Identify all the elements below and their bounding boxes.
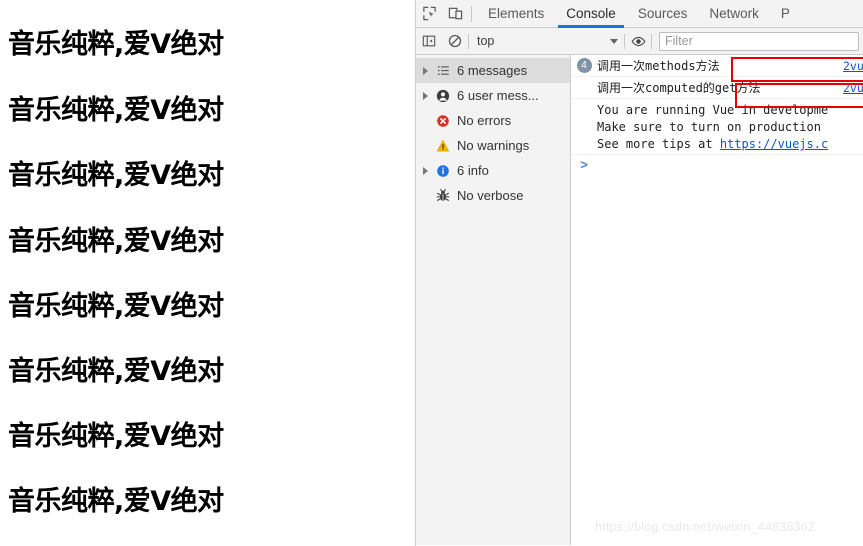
live-expression-eye-icon[interactable] <box>625 28 651 54</box>
warning-icon <box>432 139 454 153</box>
page-text-line: 音乐纯粹,爱V绝对 <box>8 29 224 60</box>
info-line-1: You are running Vue in developme <box>597 103 829 117</box>
tab-network[interactable]: Network <box>698 0 770 28</box>
tab-performance[interactable]: P <box>770 0 801 28</box>
message-count-badge-slot <box>571 78 597 80</box>
console-prompt-row[interactable]: > <box>571 155 863 177</box>
console-message-source-link[interactable]: 2vu <box>837 56 863 75</box>
expand-arrow-icon[interactable] <box>418 166 432 175</box>
user-icon <box>432 89 454 103</box>
devtools-panel: Elements Console Sources Network P top F… <box>415 0 863 546</box>
page-text-line: 音乐纯粹,爱V绝对 <box>8 160 224 191</box>
clear-console-icon[interactable] <box>442 28 468 54</box>
sidebar-item-label: No warnings <box>457 138 530 153</box>
message-count-badge-slot <box>571 100 597 102</box>
sidebar-item-all-messages[interactable]: 6 messages <box>416 58 570 83</box>
vuejs-docs-link[interactable]: https://vuejs.c <box>720 137 828 151</box>
console-message-row[interactable]: 调用一次computed的get方法 2vu <box>571 77 863 99</box>
message-count-badge: 4 <box>576 58 592 73</box>
info-icon <box>432 164 454 178</box>
inspect-element-icon[interactable] <box>416 1 442 27</box>
sidebar-item-label: No verbose <box>457 188 524 203</box>
sidebar-item-verbose[interactable]: No verbose <box>416 183 570 208</box>
console-message-source-link[interactable]: 2vu <box>837 78 863 97</box>
console-filter-toolbar: top <box>416 28 863 55</box>
page-text-line: 音乐纯粹,爱V绝对 <box>8 291 224 322</box>
console-sidebar-toggle-icon[interactable] <box>416 28 442 54</box>
info-line-3-prefix: See more tips at <box>597 137 720 151</box>
sidebar-item-warnings[interactable]: No warnings <box>416 133 570 158</box>
execution-context-value: top <box>477 34 495 48</box>
tab-sources[interactable]: Sources <box>627 0 699 28</box>
console-message-sidebar: 6 messages 6 user mess... No errors No w… <box>416 55 571 545</box>
verbose-bug-icon <box>432 188 454 203</box>
watermark: https://blog.csdn.net/weixin_44836362 <box>595 520 816 534</box>
toolbar-divider <box>468 33 469 49</box>
prompt-caret-icon: > <box>580 157 588 172</box>
info-line-2: Make sure to turn on production <box>597 120 821 134</box>
expand-arrow-icon[interactable] <box>418 91 432 100</box>
console-body: 6 messages 6 user mess... No errors No w… <box>416 55 863 545</box>
sidebar-item-errors[interactable]: No errors <box>416 108 570 133</box>
page-text-line: 音乐纯粹,爱V绝对 <box>8 421 224 452</box>
rendered-webpage-pane: 音乐纯粹,爱V绝对 音乐纯粹,爱V绝对 音乐纯粹,爱V绝对 音乐纯粹,爱V绝对 … <box>0 0 415 546</box>
sidebar-item-label: 6 messages <box>457 63 528 78</box>
console-message-row[interactable]: 4 调用一次methods方法 2vu <box>571 55 863 77</box>
console-message-text: 调用一次methods方法 <box>597 59 720 73</box>
sidebar-item-user-messages[interactable]: 6 user mess... <box>416 83 570 108</box>
console-message-list[interactable]: 4 调用一次methods方法 2vu 调用一次computed的get方法 2… <box>571 55 863 545</box>
sidebar-item-label: No errors <box>457 113 512 128</box>
page-text-line: 音乐纯粹,爱V绝对 <box>8 95 224 126</box>
sidebar-item-info[interactable]: 6 info <box>416 158 570 183</box>
sidebar-item-label: 6 info <box>457 163 489 178</box>
toolbar-divider <box>651 33 652 49</box>
filter-input[interactable] <box>659 31 859 51</box>
console-message-text: 调用一次computed的get方法 <box>597 81 761 95</box>
console-info-message-row[interactable]: You are running Vue in developme Make su… <box>571 99 863 155</box>
screenshot-root: 音乐纯粹,爱V绝对 音乐纯粹,爱V绝对 音乐纯粹,爱V绝对 音乐纯粹,爱V绝对 … <box>0 0 863 546</box>
expand-arrow-icon[interactable] <box>418 66 432 75</box>
console-info-message-text: You are running Vue in developme Make su… <box>597 100 863 153</box>
toolbar-divider <box>471 5 472 22</box>
error-icon <box>432 114 454 128</box>
tab-console[interactable]: Console <box>555 0 627 28</box>
message-count-badge-slot: 4 <box>571 56 597 73</box>
page-text-line: 音乐纯粹,爱V绝对 <box>8 356 224 387</box>
list-icon <box>432 64 454 77</box>
execution-context-select[interactable]: top <box>472 31 624 51</box>
sidebar-item-label: 6 user mess... <box>457 88 539 103</box>
page-text-line: 音乐纯粹,爱V绝对 <box>8 486 224 517</box>
tab-elements[interactable]: Elements <box>477 0 555 28</box>
chevron-down-icon <box>610 38 618 44</box>
devtools-tab-strip: Elements Console Sources Network P <box>416 0 863 28</box>
page-text-line: 音乐纯粹,爱V绝对 <box>8 226 224 257</box>
device-toolbar-icon[interactable] <box>442 1 468 27</box>
